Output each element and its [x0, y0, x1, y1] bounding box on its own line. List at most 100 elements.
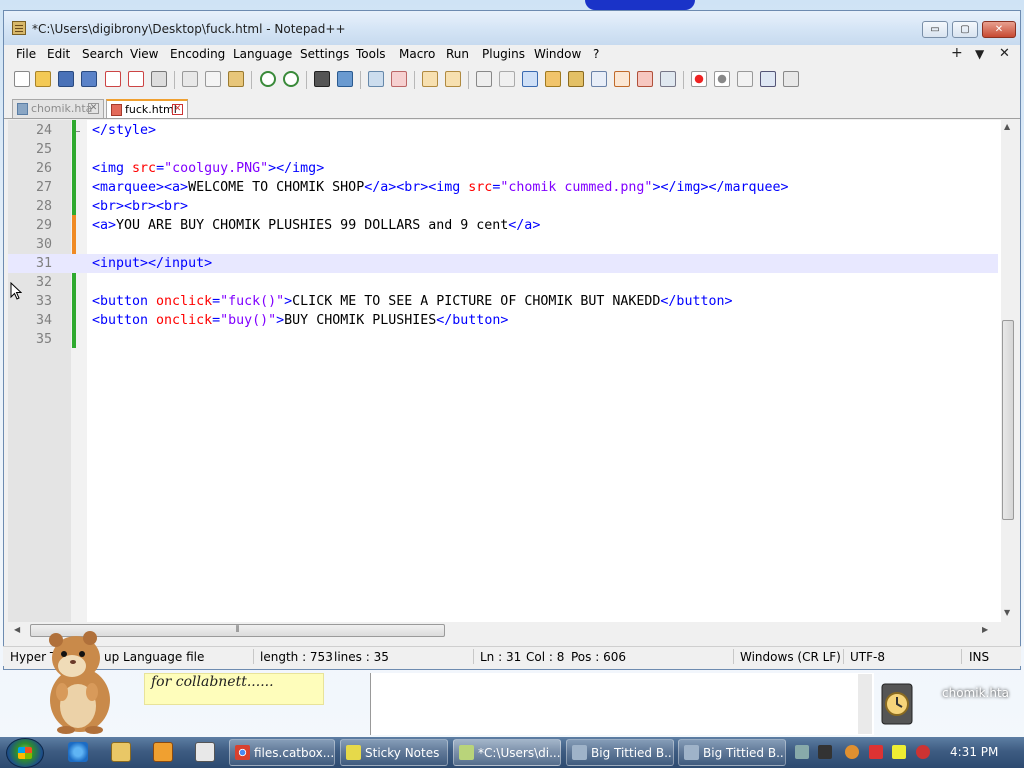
media-player-icon[interactable]: [153, 742, 173, 762]
menu-language[interactable]: Language: [233, 47, 292, 61]
tab-list-dropdown[interactable]: ▼: [975, 47, 984, 61]
background-text-window[interactable]: [370, 673, 874, 735]
status-eol-format[interactable]: Windows (CR LF): [740, 650, 841, 664]
minimize-button[interactable]: ▭: [922, 21, 948, 38]
find-icon[interactable]: [314, 71, 330, 87]
taskbar-item-notepadpp[interactable]: *C:\Users\di...: [453, 739, 561, 766]
play-macro-icon[interactable]: [737, 71, 753, 87]
code-editor[interactable]: 24 </style> 25 26 <img src="coolguy.PNG"></i…: [8, 120, 1015, 622]
zoom-out-icon[interactable]: [391, 71, 407, 87]
file-explorer-icon[interactable]: [111, 742, 131, 762]
menu-window[interactable]: Window: [534, 47, 581, 61]
scroll-down-arrow[interactable]: ▼: [1004, 608, 1010, 617]
menu-macro[interactable]: Macro: [399, 47, 435, 61]
code-line[interactable]: 30: [8, 235, 998, 254]
taskbar-item-window-1[interactable]: Big Tittied B...: [566, 739, 674, 766]
save-all-icon[interactable]: [81, 71, 97, 87]
indent-guide-icon[interactable]: [522, 71, 538, 87]
code-line[interactable]: 24 </style>: [8, 121, 998, 140]
cut-icon[interactable]: [182, 71, 198, 87]
code-line[interactable]: 27 <marquee><a>WELCOME TO CHOMIK SHOP</a>…: [8, 178, 998, 197]
menu-tools[interactable]: Tools: [356, 47, 386, 61]
tray-volume-icon[interactable]: [916, 745, 930, 759]
stop-macro-icon[interactable]: [714, 71, 730, 87]
document-list-icon[interactable]: [591, 71, 607, 87]
record-macro-icon[interactable]: [691, 71, 707, 87]
close-document-button[interactable]: ✕: [999, 46, 1010, 61]
menu-plugins[interactable]: Plugins: [482, 47, 525, 61]
new-file-icon[interactable]: [14, 71, 30, 87]
menu-encoding[interactable]: Encoding: [170, 47, 225, 61]
open-file-icon[interactable]: [35, 71, 51, 87]
scroll-right-arrow[interactable]: ▶: [982, 625, 988, 634]
taskbar-item-chrome[interactable]: files.catbox....: [229, 739, 335, 766]
tab-close-icon[interactable]: ✕: [172, 104, 183, 115]
user-defined-language-icon[interactable]: [545, 71, 561, 87]
menu-edit[interactable]: Edit: [47, 47, 70, 61]
print-icon[interactable]: [151, 71, 167, 87]
calculator-icon[interactable]: [195, 742, 215, 762]
scroll-left-arrow[interactable]: ◀: [14, 625, 20, 634]
maximize-button[interactable]: ▢: [952, 21, 978, 38]
hta-file-icon[interactable]: [878, 682, 916, 728]
background-window-scrollbar[interactable]: [858, 674, 872, 734]
code-line[interactable]: 25: [8, 140, 998, 159]
close-all-icon[interactable]: [128, 71, 144, 87]
tray-search-icon[interactable]: [845, 745, 859, 759]
horizontal-scrollbar[interactable]: ◀ ⦀ ▶: [8, 622, 998, 639]
menu-search[interactable]: Search: [82, 47, 123, 61]
code-line[interactable]: 26 <img src="coolguy.PNG"></img>: [8, 159, 998, 178]
paste-icon[interactable]: [228, 71, 244, 87]
undo-icon[interactable]: [260, 71, 276, 87]
tray-checkmark-icon[interactable]: [818, 745, 832, 759]
menu-file[interactable]: File: [16, 47, 36, 61]
menu-run[interactable]: Run: [446, 47, 469, 61]
start-button[interactable]: [6, 738, 44, 768]
vertical-scrollbar[interactable]: ▲ ▼: [1001, 120, 1015, 622]
sync-vertical-icon[interactable]: [422, 71, 438, 87]
zoom-in-icon[interactable]: [368, 71, 384, 87]
tab-chomik-hta[interactable]: chomik.hta ✕: [12, 99, 104, 118]
status-encoding[interactable]: UTF-8: [850, 650, 885, 664]
monitoring-icon[interactable]: [660, 71, 676, 87]
desktop-icon-label[interactable]: chomik.hta: [942, 686, 1009, 700]
tab-close-icon[interactable]: ✕: [88, 103, 99, 114]
word-wrap-icon[interactable]: [476, 71, 492, 87]
tray-note-icon[interactable]: [892, 745, 906, 759]
close-icon[interactable]: [105, 71, 121, 87]
function-list-icon[interactable]: [614, 71, 630, 87]
taskbar-item-window-2[interactable]: Big Tittied B...: [678, 739, 786, 766]
redo-icon[interactable]: [283, 71, 299, 87]
internet-explorer-icon[interactable]: [68, 742, 88, 762]
show-all-characters-icon[interactable]: [499, 71, 515, 87]
new-tab-button[interactable]: +: [951, 45, 963, 61]
code-line[interactable]: 34 <button onclick="buy()">BUY CHOMIK PLU…: [8, 311, 998, 330]
run-macro-multiple-icon[interactable]: [760, 71, 776, 87]
code-line[interactable]: 32: [8, 273, 998, 292]
vertical-scroll-thumb[interactable]: [1002, 320, 1014, 520]
menu-settings[interactable]: Settings: [300, 47, 349, 61]
code-line[interactable]: 29 <a>YOU ARE BUY CHOMIK PLUSHIES 99 DOLL…: [8, 216, 998, 235]
tab-fuck-html[interactable]: fuck.html ✕: [106, 99, 188, 118]
replace-icon[interactable]: [337, 71, 353, 87]
status-insert-mode[interactable]: INS: [969, 650, 989, 664]
menu-help[interactable]: ?: [593, 47, 599, 61]
close-window-button[interactable]: ✕: [982, 21, 1016, 38]
sticky-note[interactable]: for collabnett......: [144, 673, 324, 705]
code-line[interactable]: 35: [8, 330, 998, 349]
code-line[interactable]: 28 <br><br><br>: [8, 197, 998, 216]
copy-icon[interactable]: [205, 71, 221, 87]
menu-view[interactable]: View: [130, 47, 158, 61]
save-macro-icon[interactable]: [783, 71, 799, 87]
save-icon[interactable]: [58, 71, 74, 87]
tray-flag-icon[interactable]: [869, 745, 883, 759]
notepadpp-app-icon[interactable]: [12, 21, 26, 35]
taskbar-item-sticky-notes[interactable]: Sticky Notes: [340, 739, 448, 766]
title-bar[interactable]: *C:\Users\digibrony\Desktop\fuck.html - …: [4, 11, 1020, 45]
document-map-icon[interactable]: [568, 71, 584, 87]
code-line[interactable]: 33 <button onclick="fuck()">CLICK ME TO S…: [8, 292, 998, 311]
scroll-up-arrow[interactable]: ▲: [1004, 122, 1010, 131]
tray-app-icon[interactable]: [795, 745, 809, 759]
folder-as-workspace-icon[interactable]: [637, 71, 653, 87]
sync-horizontal-icon[interactable]: [445, 71, 461, 87]
